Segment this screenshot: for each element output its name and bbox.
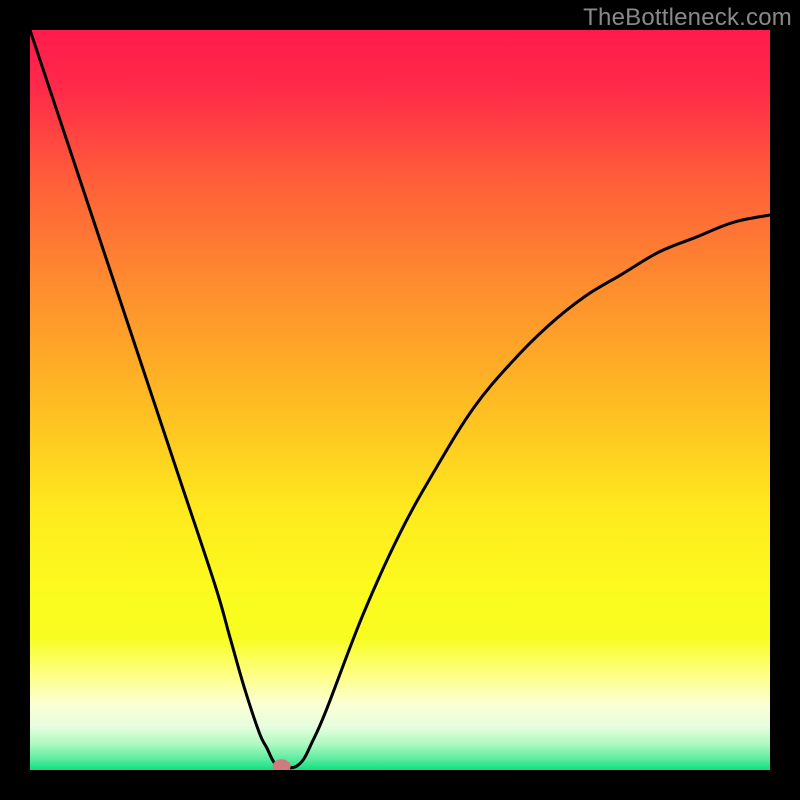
chart-frame: TheBottleneck.com: [0, 0, 800, 800]
plot-area: [30, 30, 770, 770]
chart-svg: [30, 30, 770, 770]
gradient-background: [30, 30, 770, 770]
watermark-text: TheBottleneck.com: [583, 4, 792, 32]
